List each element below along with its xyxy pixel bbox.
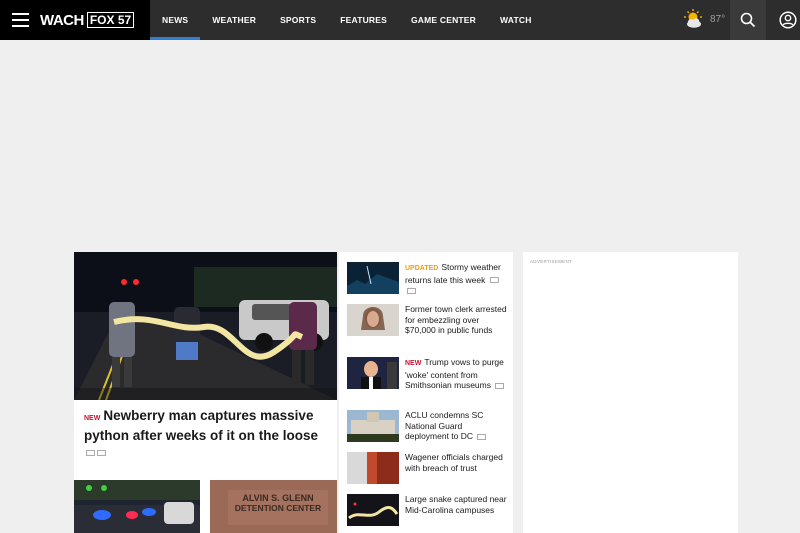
- list-item-thumbnail[interactable]: [347, 304, 399, 336]
- list-item[interactable]: NEW Trump vows to purge 'woke' content fr…: [347, 357, 507, 391]
- list-item-thumbnail[interactable]: [347, 494, 399, 526]
- advertisement-slot[interactable]: ADVERTISEMENT: [523, 252, 738, 533]
- new-tag: NEW: [405, 360, 422, 367]
- logo-wordmark: WACH: [40, 11, 84, 29]
- list-item-title: Wagener officials charged with breach of…: [405, 452, 503, 473]
- list-item-thumbnail[interactable]: [347, 357, 399, 389]
- list-item[interactable]: UPDATED Stormy weather returns late this …: [347, 262, 507, 296]
- sign-line-1: ALVIN S. GLENN: [242, 493, 313, 503]
- video-icon: [86, 450, 95, 457]
- nav-item-sports[interactable]: SPORTS: [268, 0, 328, 40]
- list-item-title: Former town clerk arrested for embezzlin…: [405, 304, 507, 335]
- sign-line-2: DETENTION CENTER: [235, 503, 321, 513]
- story-thumbnail-detention-center[interactable]: ALVIN S. GLENN DETENTION CENTER: [210, 480, 337, 533]
- image-gallery-icon: [407, 287, 416, 294]
- nav-item-features[interactable]: FEATURES: [328, 0, 399, 40]
- top-story-card[interactable]: NEW Newberry man captures massive python …: [74, 252, 337, 533]
- image-gallery-icon: [97, 450, 106, 457]
- main-nav: NEWS WEATHER SPORTS FEATURES GAME CENTER…: [150, 0, 544, 40]
- list-item[interactable]: Former town clerk arrested for embezzlin…: [347, 304, 507, 336]
- logo-fox-badge: FOX 57: [86, 12, 135, 28]
- top-story-headline[interactable]: NEW Newberry man captures massive python …: [84, 407, 329, 461]
- list-item-thumbnail[interactable]: [347, 262, 399, 294]
- hamburger-menu-icon[interactable]: [12, 13, 29, 27]
- top-story-image[interactable]: [74, 252, 337, 400]
- list-item[interactable]: Large snake captured near Mid-Carolina c…: [347, 494, 507, 526]
- nav-item-watch[interactable]: WATCH: [488, 0, 544, 40]
- list-item-title: ACLU condemns SC National Guard deployme…: [405, 410, 484, 441]
- nav-item-game-center[interactable]: GAME CENTER: [399, 0, 488, 40]
- list-item-thumbnail[interactable]: [347, 410, 399, 442]
- list-item[interactable]: ACLU condemns SC National Guard deployme…: [347, 410, 507, 442]
- list-item[interactable]: Wagener officials charged with breach of…: [347, 452, 507, 484]
- list-item-title: Large snake captured near Mid-Carolina c…: [405, 494, 507, 515]
- weather-widget[interactable]: 87°: [682, 8, 725, 30]
- story-thumbnail-police-lights[interactable]: [74, 480, 200, 533]
- video-icon: [489, 277, 499, 284]
- new-tag: NEW: [84, 415, 101, 422]
- site-logo[interactable]: WACH FOX 57: [40, 11, 135, 29]
- updated-tag: UPDATED: [405, 265, 439, 272]
- temperature-readout: 87°: [710, 13, 726, 25]
- nav-item-weather[interactable]: WEATHER: [200, 0, 268, 40]
- story-list: UPDATED Stormy weather returns late this …: [339, 252, 513, 533]
- search-icon: [740, 12, 756, 28]
- user-account-icon: [779, 11, 797, 29]
- list-item-thumbnail[interactable]: [347, 452, 399, 484]
- partly-cloudy-sun-icon: [684, 9, 702, 28]
- advertisement-label: ADVERTISEMENT: [530, 259, 573, 264]
- image-gallery-icon: [495, 382, 505, 389]
- logo-area: WACH FOX 57: [0, 0, 150, 40]
- account-button[interactable]: [770, 0, 800, 40]
- image-gallery-icon: [477, 433, 487, 440]
- nav-item-news[interactable]: NEWS: [150, 0, 201, 40]
- top-navigation-bar: WACH FOX 57 NEWS WEATHER SPORTS FEATURES…: [0, 0, 800, 40]
- top-story-headline-text: Newberry man captures massive python aft…: [84, 408, 319, 443]
- search-button[interactable]: [730, 0, 766, 40]
